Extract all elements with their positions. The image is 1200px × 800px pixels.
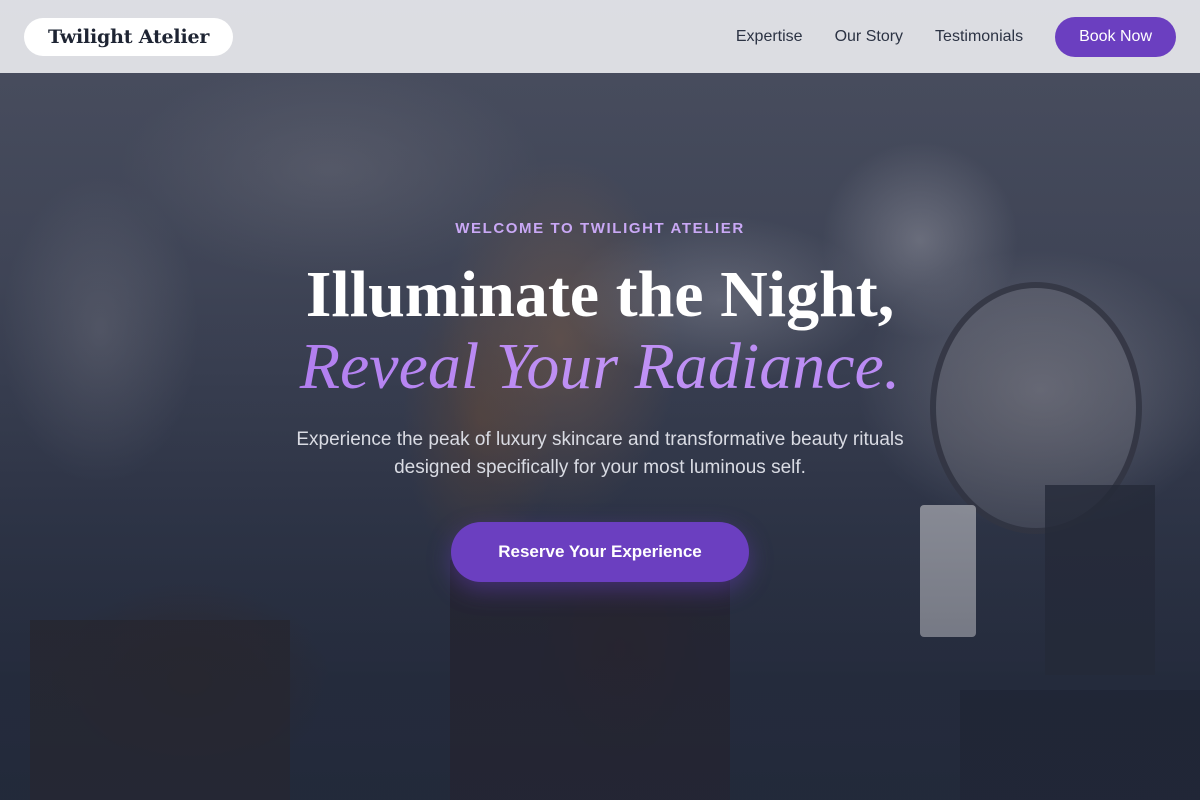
navbar: Twilight Atelier Expertise Our Story Tes…	[0, 0, 1200, 73]
hero-headline-line2: Reveal Your Radiance.	[0, 328, 1200, 406]
brand-logo[interactable]: Twilight Atelier	[24, 17, 234, 56]
nav-link-expertise[interactable]: Expertise	[736, 28, 803, 46]
book-now-button[interactable]: Book Now	[1055, 16, 1176, 57]
hero-subtitle: Experience the peak of luxury skincare a…	[296, 429, 904, 478]
reserve-experience-button[interactable]: Reserve Your Experience	[451, 522, 749, 582]
page: Twilight Atelier Expertise Our Story Tes…	[0, 0, 1200, 800]
nav-menu: Expertise Our Story Testimonials Book No…	[736, 16, 1176, 57]
hero-headline-line1: Illuminate the Night,	[305, 258, 895, 331]
nav-link-our-story[interactable]: Our Story	[835, 28, 903, 46]
nav-link-testimonials[interactable]: Testimonials	[935, 28, 1023, 46]
hero-eyebrow: WELCOME TO TWILIGHT ATELIER	[455, 220, 745, 237]
